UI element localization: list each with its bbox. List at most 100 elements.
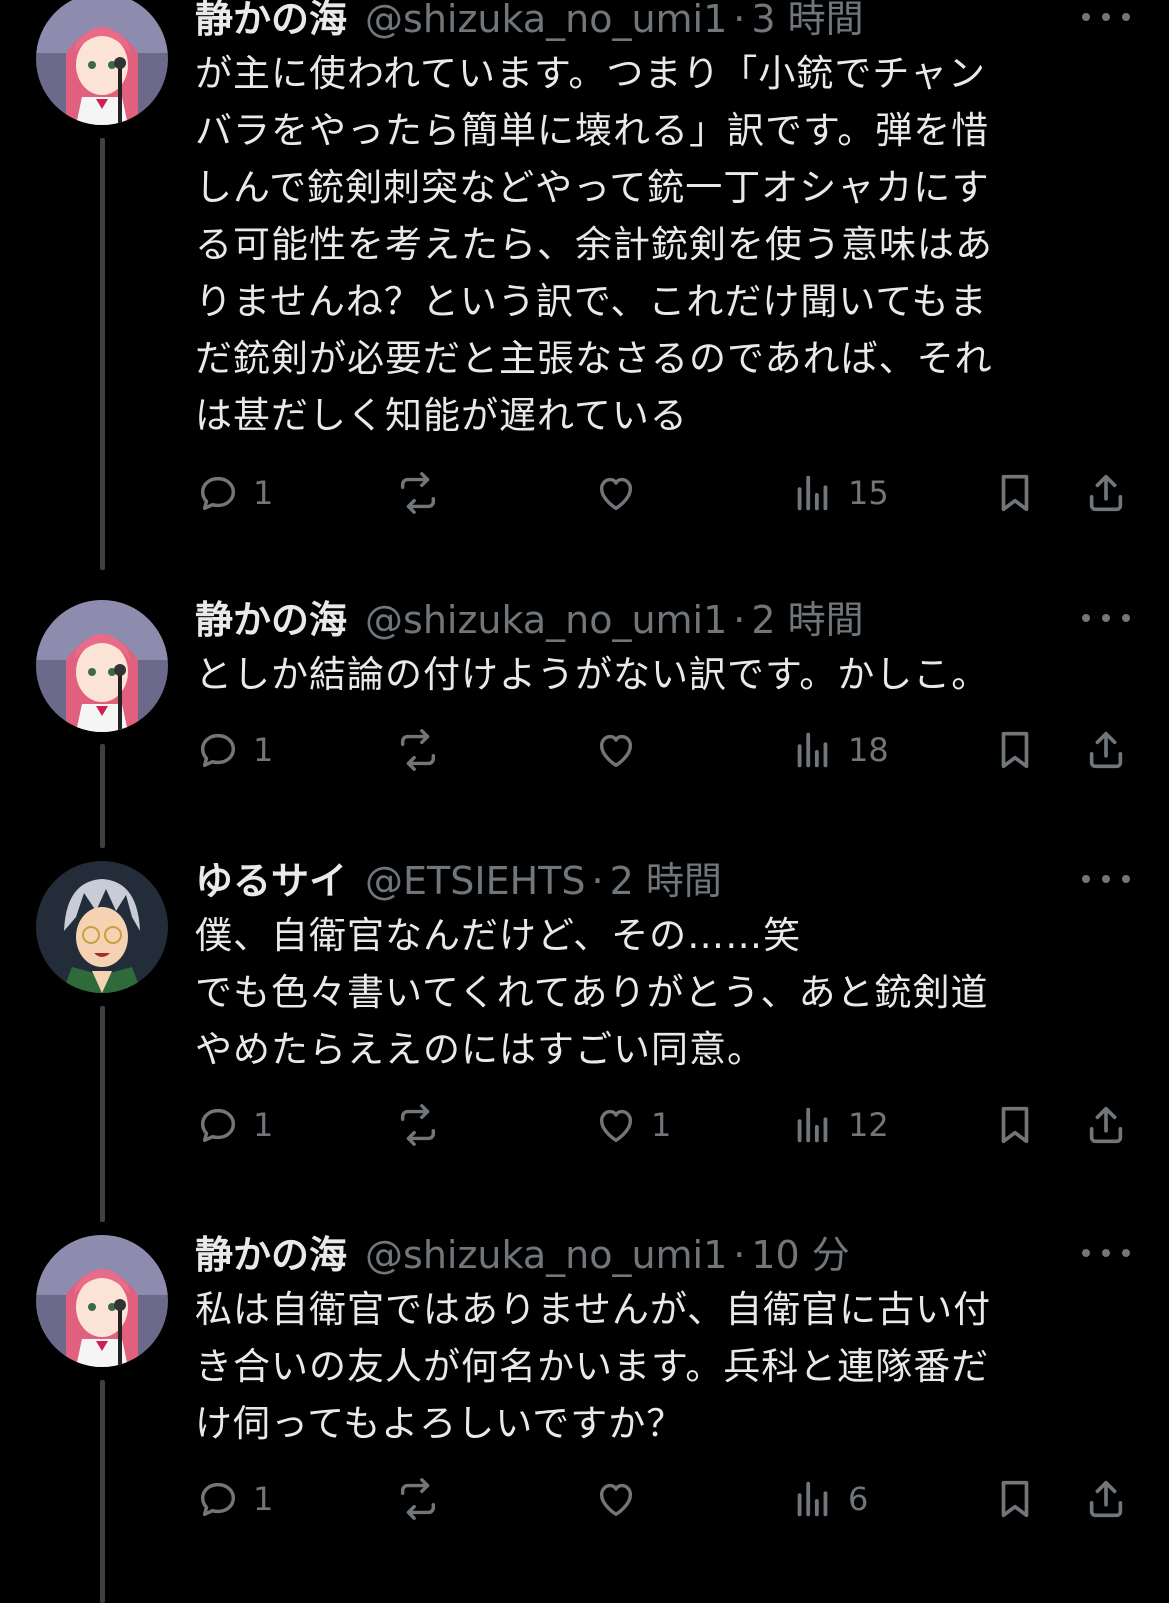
avatar[interactable] [36,861,168,993]
share-icon [1089,474,1123,512]
pink-hair-anime-avatar-icon [36,600,168,732]
share-icon [1089,1480,1123,1518]
views-button[interactable]: 12 [790,1095,889,1155]
user-handle[interactable]: @shizuka_no_umi1 [365,0,727,45]
tweet-text: 僕、自衛官なんだけど、その……笑 でも色々書いてくれてありがとう、あと銃剣道 や… [195,907,1095,1078]
share-button[interactable] [1083,463,1129,523]
separator-dot: · [733,1233,746,1277]
bookmark-icon [1001,1480,1029,1518]
reply-count: 1 [253,474,274,512]
separator-dot: · [733,598,746,642]
bookmark-button[interactable] [992,1095,1038,1155]
user-handle[interactable]: @shizuka_no_umi1 [365,594,727,646]
like-button[interactable] [593,463,651,523]
bookmark-button[interactable] [992,1469,1038,1529]
display-name[interactable]: 静かの海 [195,594,347,646]
timestamp[interactable]: 10 分 [751,1229,849,1281]
repost-button[interactable] [395,720,453,780]
tweet-text: としか結論の付けようがない訳です。かしこ。 [195,646,1095,703]
reply-icon [200,1108,236,1143]
pink-hair-anime-avatar-icon [36,0,168,125]
avatar[interactable] [36,0,168,125]
repost-icon [400,729,436,771]
timestamp[interactable]: 2 時間 [751,594,863,646]
repost-button[interactable] [395,1095,453,1155]
tweet-text-line: バラをやったら簡単に壊れる」訳です。弾を惜 [195,109,990,152]
avatar[interactable] [36,600,168,732]
bookmark-button[interactable] [992,463,1038,523]
views-button[interactable]: 18 [790,720,889,780]
tweet-text-line: が主に使われています。つまり「小銃でチャン [195,52,986,95]
user-handle[interactable]: @ETSIEHTS [365,855,585,907]
heart-icon [599,734,633,768]
timestamp[interactable]: 3 時間 [751,0,863,45]
heart-icon [599,1109,633,1143]
reply-icon [200,1482,236,1517]
share-icon [1089,731,1123,769]
views-button[interactable]: 6 [790,1469,868,1529]
repost-icon [400,472,436,514]
reply-icon [200,476,236,511]
tweet-text-line: りませんね？という訳で、これだけ聞いてもま [195,280,988,323]
view-count: 18 [848,731,889,769]
gray-hair-glasses-anime-avatar-icon [36,861,168,993]
bookmark-icon [1001,731,1029,769]
like-button[interactable] [593,720,651,780]
avatar[interactable] [36,1235,168,1367]
reply-count: 1 [253,1106,274,1144]
tweet-header: 静かの海 @shizuka_no_umi1 · 3 時間 [195,0,864,45]
separator-dot: · [733,0,746,41]
like-button[interactable]: 1 [593,1095,671,1155]
view-count: 6 [848,1480,869,1518]
analytics-icon [797,1107,828,1143]
tweet-text-line: け伺ってもよろしいですか？ [195,1402,685,1445]
tweet-text-line: は甚だしく知能が遅れている [195,394,688,437]
more-options-icon[interactable] [1082,598,1130,638]
tweet-text-line: しんで銃剣刺突などやって銃一丁オシャカにす [195,166,990,209]
share-button[interactable] [1083,720,1129,780]
more-options-icon[interactable] [1082,859,1130,899]
tweet-header: ゆるサイ @ETSIEHTS · 2 時間 [195,855,722,907]
share-button[interactable] [1083,1469,1129,1529]
tweet-text-line: だ銃剣が必要だと主張なさるのであれば、それ [195,337,993,380]
bookmark-icon [1001,1106,1029,1144]
pink-hair-anime-avatar-icon [36,1235,168,1367]
tweet-text-line: る可能性を考えたら、余計銃剣を使う意味はあ [195,223,993,266]
repost-button[interactable] [395,1469,453,1529]
display-name[interactable]: 静かの海 [195,0,347,45]
action-bar: 1 18 [0,720,1169,780]
repost-icon [400,1478,436,1520]
more-options-icon[interactable] [1082,0,1130,37]
tweet-text-line: 私は自衛官ではありませんが、自衛官に古い付 [195,1288,992,1331]
views-button[interactable]: 15 [790,463,889,523]
like-button[interactable] [593,1469,651,1529]
heart-icon [599,1483,633,1517]
tweet-text-line: でも色々書いてくれてありがとう、あと銃剣道 [195,971,989,1014]
display-name[interactable]: 静かの海 [195,1229,347,1281]
bookmark-icon [1001,474,1029,512]
bookmark-button[interactable] [992,720,1038,780]
tweet-header: 静かの海 @shizuka_no_umi1 · 2 時間 [195,594,864,646]
reply-button[interactable]: 1 [195,720,273,780]
reply-button[interactable]: 1 [195,1095,273,1155]
action-bar: 1 1 12 [0,1095,1169,1155]
reply-count: 1 [253,731,274,769]
tweet-text-line: やめたらええのにはすごい同意。 [195,1028,765,1071]
tweet-text-line: 僕、自衛官なんだけど、その……笑 [195,914,802,957]
user-handle[interactable]: @shizuka_no_umi1 [365,1229,727,1281]
analytics-icon [797,1481,828,1517]
timestamp[interactable]: 2 時間 [610,855,722,907]
tweet-text-line: としか結論の付けようがない訳です。かしこ。 [195,653,990,696]
share-button[interactable] [1083,1095,1129,1155]
heart-icon [599,477,633,511]
tweet-text: が主に使われています。つまり「小銃でチャン バラをやったら簡単に壊れる」訳です。… [195,45,1095,444]
more-options-icon[interactable] [1082,1233,1130,1273]
reply-button[interactable]: 1 [195,1469,273,1529]
action-bar: 1 6 [0,1469,1169,1529]
display-name[interactable]: ゆるサイ [195,855,347,907]
tweet-text: 私は自衛官ではありませんが、自衛官に古い付 き合いの友人が何名かいます。兵科と連… [195,1281,1095,1452]
reply-count: 1 [253,1480,274,1518]
reply-button[interactable]: 1 [195,463,273,523]
repost-icon [400,1104,436,1146]
repost-button[interactable] [395,463,453,523]
